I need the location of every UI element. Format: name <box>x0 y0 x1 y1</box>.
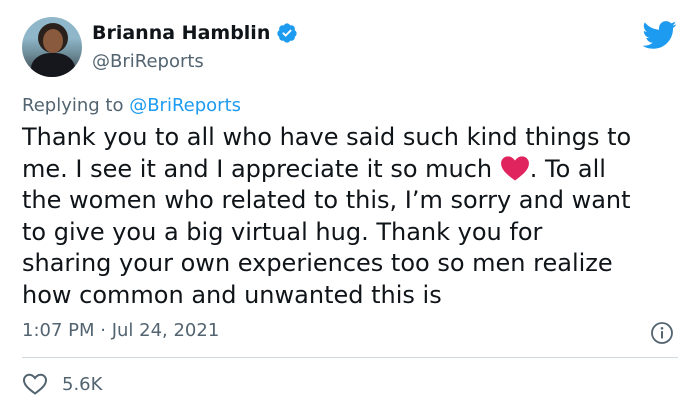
avatar-body <box>31 53 75 77</box>
avatar-face <box>43 29 63 53</box>
author-handle[interactable]: @BriReports <box>92 51 204 72</box>
replying-to-mention[interactable]: @BriReports <box>129 95 241 116</box>
avatar[interactable] <box>22 17 82 77</box>
like-button[interactable]: 5.6K <box>22 372 102 396</box>
divider <box>22 357 678 358</box>
info-icon[interactable] <box>650 321 674 345</box>
author-display-name[interactable]: Brianna Hamblin <box>92 22 270 44</box>
tweet-text: Thank you to all who have said such kind… <box>22 122 682 311</box>
replying-to-prefix: Replying to <box>22 95 130 116</box>
author-name-row: Brianna Hamblin <box>92 22 298 44</box>
twitter-bird-icon[interactable] <box>641 20 677 50</box>
replying-to-line: Replying to @BriReports <box>22 95 241 116</box>
heart-outline-icon[interactable] <box>22 372 48 396</box>
like-count: 5.6K <box>62 373 103 395</box>
verified-badge-icon <box>277 23 297 43</box>
tweet-timestamp[interactable]: 1:07 PM · Jul 24, 2021 <box>22 320 219 341</box>
red-heart-emoji-icon <box>500 155 529 181</box>
